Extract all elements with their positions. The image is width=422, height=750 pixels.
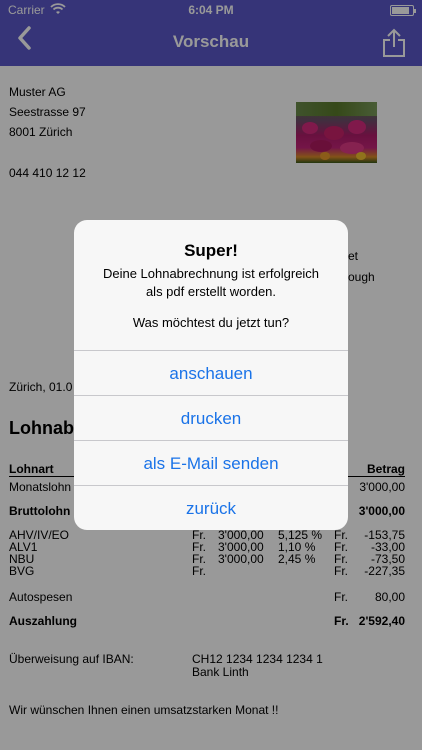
alert-question: Was möchtest du jetzt tun? <box>132 315 290 330</box>
alert-message: Deine Lohnabrechnung ist erfolgreich als… <box>74 265 348 301</box>
action-sheet-alert: Super! Deine Lohnabrechnung ist erfolgre… <box>74 220 348 530</box>
alert-message-line: Deine Lohnabrechnung ist erfolgreich <box>102 266 320 281</box>
send-email-button[interactable]: als E-Mail senden <box>74 440 348 485</box>
alert-title: Super! <box>184 241 238 260</box>
alert-message-line: als pdf erstellt worden. <box>145 284 277 299</box>
print-button[interactable]: drucken <box>74 395 348 440</box>
alert-header: Super! Deine Lohnabrechnung ist erfolgre… <box>74 220 348 350</box>
view-button[interactable]: anschauen <box>74 350 348 395</box>
back-alert-button[interactable]: zurück <box>74 485 348 530</box>
